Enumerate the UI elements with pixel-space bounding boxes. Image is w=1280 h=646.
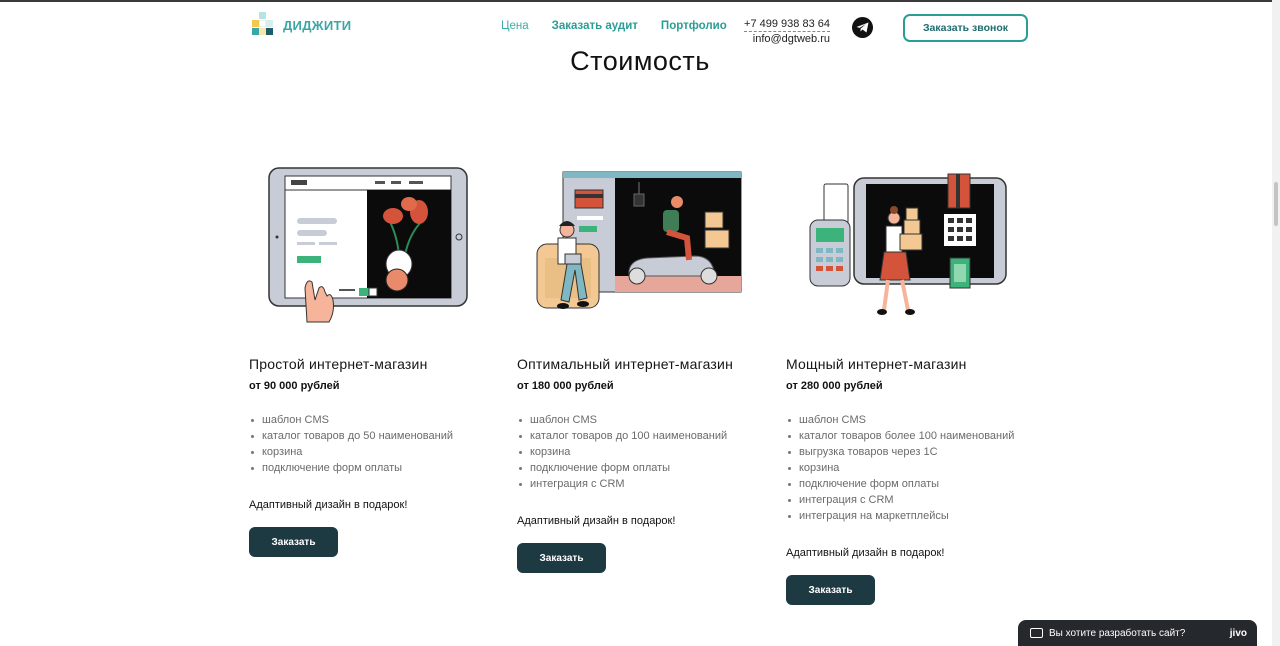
page-title: Стоимость [570, 46, 710, 76]
gift-note: Адаптивный дизайн в подарок! [249, 499, 408, 511]
list-item: подключение форм оплаты [249, 460, 453, 476]
feature-list: шаблон CMS каталог товаров более 100 наи… [786, 412, 1014, 524]
list-item: шаблон CMS [786, 412, 1014, 428]
card-title: Мощный интернет-магазин [786, 356, 967, 372]
list-item: каталог товаров до 50 наименований [249, 428, 453, 444]
feature-list: шаблон CMS каталог товаров до 50 наимено… [249, 412, 453, 476]
order-button[interactable]: Заказать [249, 527, 338, 557]
card-title: Оптимальный интернет-магазин [517, 356, 733, 372]
chat-widget[interactable]: Вы хотите разработать сайт? jivo [1018, 620, 1257, 646]
list-item: выгрузка товаров через 1С [786, 444, 1014, 460]
list-item: каталог товаров более 100 наименований [786, 428, 1014, 444]
list-item: подключение форм оплаты [786, 476, 1014, 492]
gift-note: Адаптивный дизайн в подарок! [517, 515, 676, 527]
contacts: +7 499 938 83 64 info@dgtweb.ru [738, 14, 830, 46]
top-border [0, 0, 1280, 2]
chat-widget-text: Вы хотите разработать сайт? [1049, 627, 1186, 639]
card-title: Простой интернет-магазин [249, 356, 428, 372]
phone-link[interactable]: +7 499 938 83 64 [744, 18, 830, 32]
list-item: шаблон CMS [517, 412, 727, 428]
envelope-icon [1030, 628, 1043, 638]
logo[interactable]: ДИДЖИТИ [249, 12, 351, 38]
telegram-icon[interactable] [852, 17, 873, 38]
pricing-card-optimal: Оптимальный интернет-магазин от 180 000 … [517, 160, 777, 573]
site-header: ДИДЖИТИ Цена Заказать аудит Портфолио +7… [249, 10, 1029, 46]
nav-link-portfolio[interactable]: Портфолио [661, 20, 727, 32]
list-item: интеграция с CRM [786, 492, 1014, 508]
pricing-card-simple: Простой интернет-магазин от 90 000 рубле… [249, 160, 509, 557]
order-call-button[interactable]: Заказать звонок [903, 14, 1028, 42]
nav-link-price[interactable]: Цена [501, 20, 529, 32]
scrollbar-thumb[interactable] [1274, 182, 1278, 226]
list-item: интеграция на маркетплейсы [786, 508, 1014, 524]
card-price: от 90 000 рублей [249, 380, 340, 392]
logo-text: ДИДЖИТИ [283, 17, 352, 33]
chat-brand: jivo [1229, 628, 1247, 639]
list-item: корзина [786, 460, 1014, 476]
gift-note: Адаптивный дизайн в подарок! [786, 547, 945, 559]
list-item: шаблон CMS [249, 412, 453, 428]
page-scrollbar[interactable] [1272, 0, 1280, 646]
list-item: интеграция с CRM [517, 476, 727, 492]
list-item: корзина [517, 444, 727, 460]
order-button[interactable]: Заказать [786, 575, 875, 605]
list-item: каталог товаров до 100 наименований [517, 428, 727, 444]
order-button[interactable]: Заказать [517, 543, 606, 573]
main-nav: Цена Заказать аудит Портфолио [501, 20, 750, 32]
logo-icon [249, 12, 275, 38]
feature-list: шаблон CMS каталог товаров до 100 наимен… [517, 412, 727, 492]
card-price: от 280 000 рублей [786, 380, 883, 392]
list-item: корзина [249, 444, 453, 460]
email-link[interactable]: info@dgtweb.ru [738, 32, 830, 46]
delivery-illustration [517, 160, 777, 330]
nav-link-audit[interactable]: Заказать аудит [552, 20, 638, 32]
card-price: от 180 000 рублей [517, 380, 614, 392]
pricing-card-powerful: Мощный интернет-магазин от 280 000 рубле… [786, 160, 1046, 605]
payment-illustration [786, 160, 1046, 330]
tablet-shop-illustration [249, 160, 509, 330]
list-item: подключение форм оплаты [517, 460, 727, 476]
